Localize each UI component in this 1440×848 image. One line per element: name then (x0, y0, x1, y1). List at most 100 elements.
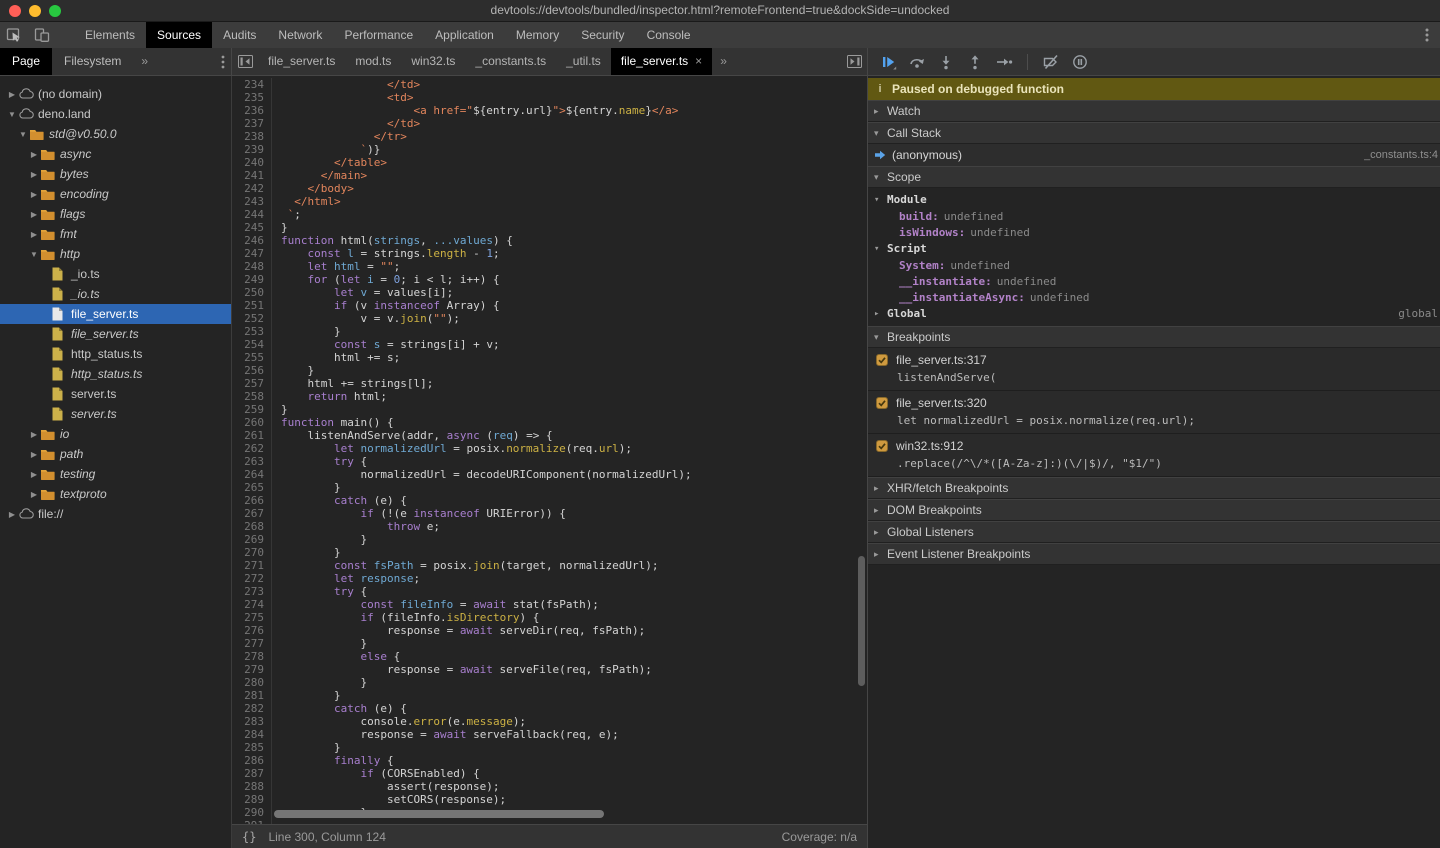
line-number[interactable]: 268 (232, 520, 264, 533)
line-number[interactable]: 239 (232, 143, 264, 156)
pretty-print-icon[interactable]: {} (232, 830, 268, 844)
line-number[interactable]: 235 (232, 91, 264, 104)
tree-item-server-ts[interactable]: server.ts (0, 404, 231, 424)
tab-performance[interactable]: Performance (333, 22, 424, 48)
line-number[interactable]: 250 (232, 286, 264, 299)
inspect-element-icon[interactable] (0, 22, 28, 48)
line-number[interactable]: 238 (232, 130, 264, 143)
breakpoint-checkbox[interactable] (876, 397, 888, 409)
window-close-button[interactable] (9, 5, 21, 17)
section-watch[interactable]: ▸Watch (868, 100, 1440, 122)
disclosure-triangle-icon[interactable]: ▼ (17, 130, 29, 139)
line-number[interactable]: 281 (232, 689, 264, 702)
line-number[interactable]: 255 (232, 351, 264, 364)
tree-item-http[interactable]: ▼http (0, 244, 231, 264)
line-number[interactable]: 282 (232, 702, 264, 715)
line-number[interactable]: 288 (232, 780, 264, 793)
tab-sources[interactable]: Sources (146, 22, 212, 48)
tree-item-textproto[interactable]: ▶textproto (0, 484, 231, 504)
tree-item-deno-land[interactable]: ▼deno.land (0, 104, 231, 124)
tree-item-async[interactable]: ▶async (0, 144, 231, 164)
line-number[interactable]: 256 (232, 364, 264, 377)
breakpoint-checkbox[interactable] (876, 354, 888, 366)
disclosure-triangle-icon[interactable]: ▼ (28, 250, 40, 259)
line-number[interactable]: 251 (232, 299, 264, 312)
step-icon[interactable] (994, 54, 1014, 70)
window-zoom-button[interactable] (49, 5, 61, 17)
disclosure-triangle-icon[interactable]: ▶ (28, 470, 40, 479)
scope-property-iswindows[interactable]: isWindows:undefined (868, 224, 1440, 240)
tree-item-file[interactable]: ▶file:// (0, 504, 231, 524)
resume-icon[interactable] (878, 54, 898, 70)
line-number[interactable]: 285 (232, 741, 264, 754)
line-number[interactable]: 245 (232, 221, 264, 234)
tree-item-fmt[interactable]: ▶fmt (0, 224, 231, 244)
line-number[interactable]: 264 (232, 468, 264, 481)
customize-menu-icon[interactable] (1414, 22, 1440, 48)
navigator-tab-filesystem[interactable]: Filesystem (52, 48, 133, 75)
breakpoint-entry[interactable]: file_server.ts:320let normalizedUrl = po… (868, 391, 1440, 434)
line-number[interactable]: 244 (232, 208, 264, 221)
line-number[interactable]: 283 (232, 715, 264, 728)
section-breakpoints[interactable]: ▾Breakpoints (868, 326, 1440, 348)
scope-group-script[interactable]: ▾Script (868, 240, 1440, 257)
step-over-icon[interactable] (907, 54, 927, 70)
line-number[interactable]: 289 (232, 793, 264, 806)
editor-more-tabs-icon[interactable]: » (712, 48, 735, 75)
deactivate-breakpoints-icon[interactable] (1041, 54, 1061, 70)
scope-property-system[interactable]: System:undefined (868, 257, 1440, 273)
line-number[interactable]: 260 (232, 416, 264, 429)
line-number[interactable]: 269 (232, 533, 264, 546)
line-number[interactable]: 272 (232, 572, 264, 585)
line-number[interactable]: 259 (232, 403, 264, 416)
line-number[interactable]: 253 (232, 325, 264, 338)
pause-on-exceptions-icon[interactable] (1070, 54, 1090, 70)
hide-navigator-icon[interactable] (232, 48, 258, 75)
line-number[interactable]: 279 (232, 663, 264, 676)
editor-code[interactable]: </td> <td> <a href="${entry.url}">${entr… (272, 78, 867, 824)
scope-group-module[interactable]: ▾Module (868, 191, 1440, 208)
tab-elements[interactable]: Elements (74, 22, 146, 48)
disclosure-triangle-icon[interactable]: ▶ (28, 450, 40, 459)
tree-item-encoding[interactable]: ▶encoding (0, 184, 231, 204)
navigator-tab-page[interactable]: Page (0, 48, 52, 75)
scope-property-build[interactable]: build:undefined (868, 208, 1440, 224)
disclosure-triangle-icon[interactable]: ▶ (28, 490, 40, 499)
line-number[interactable]: 280 (232, 676, 264, 689)
breakpoint-checkbox[interactable] (876, 440, 888, 452)
tree-item-path[interactable]: ▶path (0, 444, 231, 464)
tab-security[interactable]: Security (570, 22, 635, 48)
file-tab-mod-ts[interactable]: mod.ts (345, 48, 401, 75)
editor-horizontal-scrollbar[interactable] (274, 810, 604, 818)
tree-item-std-v0-50-0[interactable]: ▼std@v0.50.0 (0, 124, 231, 144)
line-number[interactable]: 236 (232, 104, 264, 117)
disclosure-triangle-icon[interactable]: ▶ (28, 170, 40, 179)
section-dom-breakpoints[interactable]: ▸DOM Breakpoints (868, 499, 1440, 521)
section-event-listener-breakpoints[interactable]: ▸Event Listener Breakpoints (868, 543, 1440, 565)
line-number[interactable]: 240 (232, 156, 264, 169)
tree-item-bytes[interactable]: ▶bytes (0, 164, 231, 184)
file-tab-win32-ts[interactable]: win32.ts (401, 48, 465, 75)
line-number[interactable]: 286 (232, 754, 264, 767)
disclosure-triangle-icon[interactable]: ▶ (28, 150, 40, 159)
line-number[interactable]: 287 (232, 767, 264, 780)
line-number[interactable]: 252 (232, 312, 264, 325)
section-global-listeners[interactable]: ▸Global Listeners (868, 521, 1440, 543)
section-xhr-fetch-breakpoints[interactable]: ▸XHR/fetch Breakpoints (868, 477, 1440, 499)
window-minimize-button[interactable] (29, 5, 41, 17)
line-number[interactable]: 265 (232, 481, 264, 494)
line-number[interactable]: 243 (232, 195, 264, 208)
close-tab-icon[interactable]: × (695, 54, 702, 68)
step-out-icon[interactable] (965, 54, 985, 70)
file-tab-util-ts[interactable]: _util.ts (556, 48, 611, 75)
section-call-stack[interactable]: ▾Call Stack (868, 122, 1440, 144)
file-tab-constants-ts[interactable]: _constants.ts (465, 48, 556, 75)
line-number[interactable]: 290 (232, 806, 264, 819)
line-number[interactable]: 254 (232, 338, 264, 351)
line-number[interactable]: 247 (232, 247, 264, 260)
tree-item-testing[interactable]: ▶testing (0, 464, 231, 484)
disclosure-triangle-icon[interactable]: ▶ (28, 430, 40, 439)
disclosure-triangle-icon[interactable]: ▶ (28, 210, 40, 219)
line-number[interactable]: 278 (232, 650, 264, 663)
tab-network[interactable]: Network (267, 22, 333, 48)
